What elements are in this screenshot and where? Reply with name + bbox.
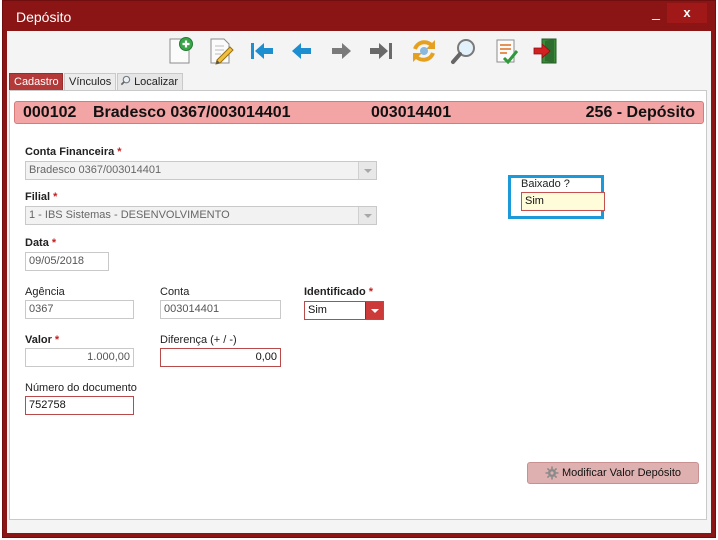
tab-vinculos[interactable]: Vínculos xyxy=(64,73,116,90)
record-account-name: Bradesco 0367/003014401 xyxy=(93,104,291,121)
exit-button[interactable] xyxy=(530,35,562,67)
identificado-value: Sim xyxy=(308,304,327,316)
record-account-number: 003014401 xyxy=(371,104,452,121)
record-type: 256 - Depósito xyxy=(585,104,695,121)
filial-label: Filial * xyxy=(25,191,58,203)
valor-label: Valor * xyxy=(25,334,60,346)
conta-field[interactable]: 003014401 xyxy=(160,300,281,319)
agencia-field[interactable]: 0367 xyxy=(25,300,134,319)
title-bar[interactable]: Depósito _ x xyxy=(3,1,715,31)
first-record-icon xyxy=(251,43,273,59)
record-header: 000102 Bradesco 0367/003014401 003014401… xyxy=(14,101,704,124)
toolbar xyxy=(7,31,711,71)
identificado-label: Identificado * xyxy=(304,286,374,298)
last-record-icon xyxy=(370,43,392,59)
conta-financeira-select[interactable]: Bradesco 0367/003014401 xyxy=(25,161,377,180)
filial-select[interactable]: 1 - IBS Sistemas - DESENVOLVIMENTO xyxy=(25,206,377,225)
diferenca-label: Diferença (+ / -) xyxy=(160,334,237,346)
refresh-button[interactable] xyxy=(408,35,440,67)
baixado-field[interactable]: Sim xyxy=(521,192,605,211)
data-field[interactable]: 09/05/2018 xyxy=(25,252,109,271)
diferenca-field[interactable]: 0,00 xyxy=(160,348,281,367)
modificar-valor-deposito-label: Modificar Valor Depósito xyxy=(561,467,681,479)
conta-label: Conta xyxy=(160,286,190,298)
edit-document-icon xyxy=(210,38,234,65)
tab-cadastro[interactable]: Cadastro xyxy=(9,73,63,90)
chevron-down-icon xyxy=(363,213,372,218)
edit-record-button[interactable] xyxy=(204,35,236,67)
conta-financeira-label: Conta Financeira * xyxy=(25,146,122,158)
search-button[interactable] xyxy=(448,35,480,67)
gear-icon xyxy=(545,466,559,480)
conta-financeira-dropdown-button[interactable] xyxy=(358,162,376,179)
close-button[interactable]: x xyxy=(667,3,707,23)
next-record-icon xyxy=(332,43,351,59)
filial-dropdown-button[interactable] xyxy=(358,207,376,224)
numero-documento-field[interactable]: 752758 xyxy=(25,396,134,415)
window-client-area: Cadastro Vínculos Localizar 000102 Brade… xyxy=(7,31,711,533)
exit-icon xyxy=(533,38,557,64)
tab-localizar[interactable]: Localizar xyxy=(117,73,183,90)
identificado-select[interactable]: Sim xyxy=(304,301,384,320)
refresh-icon xyxy=(413,40,435,62)
deposito-window: Depósito _ x Cadastro Vínculos Localizar… xyxy=(2,0,716,538)
tab-localizar-label: Localizar xyxy=(134,76,179,88)
previous-record-icon xyxy=(292,43,311,59)
chevron-down-icon xyxy=(370,308,379,313)
search-icon xyxy=(451,39,475,64)
identificado-dropdown-button[interactable] xyxy=(365,302,383,319)
checklist-button[interactable] xyxy=(490,35,522,67)
checklist-icon xyxy=(496,39,519,65)
new-document-icon xyxy=(169,37,193,64)
chevron-down-icon xyxy=(363,168,372,173)
minimize-button[interactable]: _ xyxy=(649,4,663,22)
cadastro-panel: 000102 Bradesco 0367/003014401 003014401… xyxy=(9,90,707,520)
modificar-valor-deposito-button[interactable]: Modificar Valor Depósito xyxy=(527,462,699,484)
valor-field[interactable]: 1.000,00 xyxy=(25,348,134,367)
last-record-button[interactable] xyxy=(366,35,398,67)
agencia-label: Agência xyxy=(25,286,65,298)
record-code: 000102 xyxy=(23,104,77,121)
new-record-button[interactable] xyxy=(164,35,196,67)
next-record-button[interactable] xyxy=(325,35,357,67)
filial-value: 1 - IBS Sistemas - DESENVOLVIMENTO xyxy=(29,209,230,221)
baixado-label: Baixado ? xyxy=(521,178,570,190)
data-label: Data * xyxy=(25,237,57,249)
magnifier-icon xyxy=(120,75,131,86)
numero-documento-label: Número do documento xyxy=(25,382,137,394)
first-record-button[interactable] xyxy=(245,35,277,67)
previous-record-button[interactable] xyxy=(286,35,318,67)
conta-financeira-value: Bradesco 0367/003014401 xyxy=(29,164,162,176)
window-title: Depósito xyxy=(16,9,72,25)
